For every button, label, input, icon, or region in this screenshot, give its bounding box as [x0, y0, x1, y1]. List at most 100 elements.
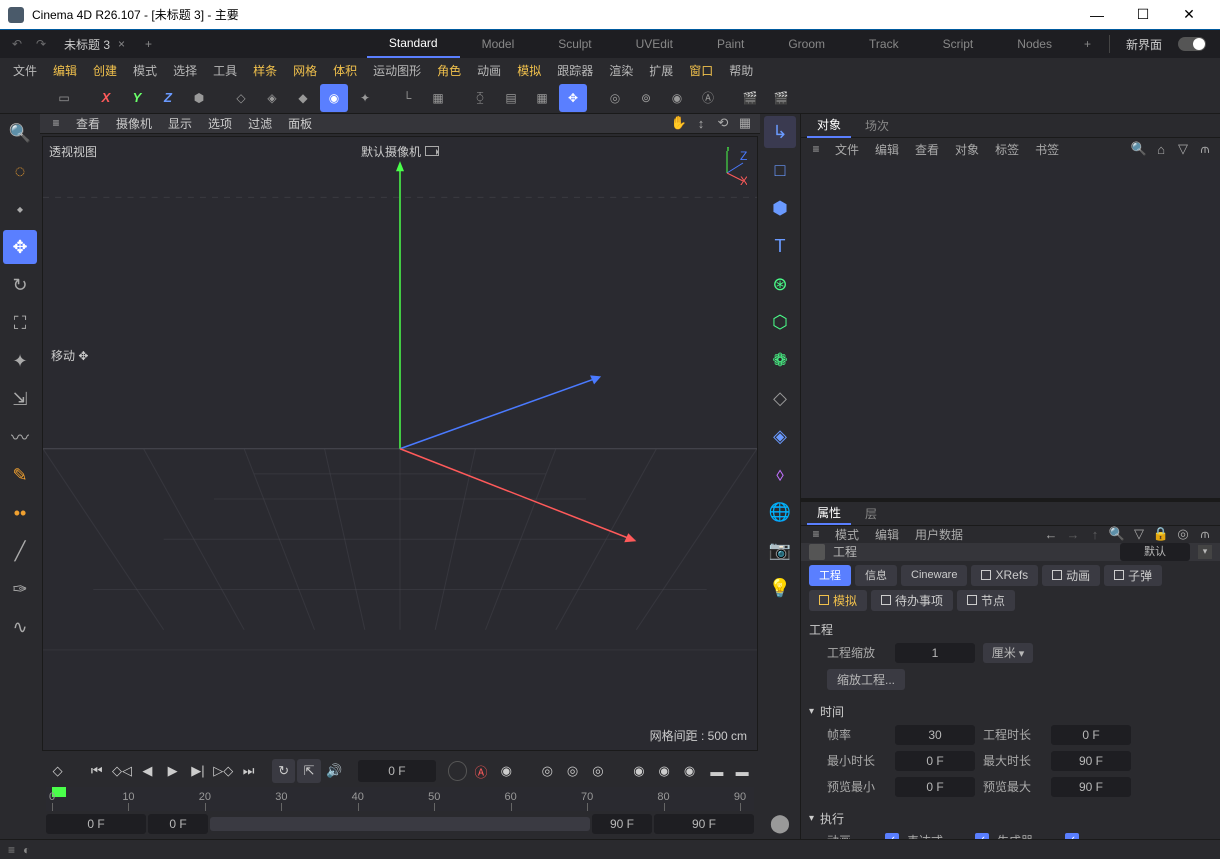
- sds-icon[interactable]: ◈: [764, 420, 796, 452]
- attr-hamburger-icon[interactable]: ≡: [807, 527, 825, 541]
- chip-info[interactable]: 信息: [855, 565, 897, 586]
- minimize-button[interactable]: —: [1074, 0, 1120, 30]
- chip-cineware[interactable]: Cineware: [901, 565, 967, 586]
- locator-icon[interactable]: ✦: [351, 84, 379, 112]
- cube-solid-icon[interactable]: ◆: [289, 84, 317, 112]
- menu-render[interactable]: 渲染: [602, 62, 640, 79]
- chip-anim[interactable]: 动画: [1042, 565, 1100, 586]
- chip-xrefs[interactable]: XRefs: [971, 565, 1038, 586]
- menu-animate[interactable]: 动画: [470, 62, 508, 79]
- add-layout-button[interactable]: +: [1074, 37, 1101, 51]
- attr-search-icon[interactable]: 🔍: [1108, 526, 1126, 542]
- instance-icon[interactable]: ⬨: [764, 458, 796, 490]
- section-exec-head[interactable]: ▾执行: [809, 808, 1212, 829]
- layout-model[interactable]: Model: [460, 30, 537, 58]
- document-tab[interactable]: 未标题 3 ×: [54, 30, 135, 58]
- loop-icon[interactable]: ↻: [272, 759, 295, 783]
- menu-volume[interactable]: 体积: [326, 62, 364, 79]
- brush-icon[interactable]: ✎: [3, 458, 37, 492]
- axis-z-button[interactable]: Z: [154, 84, 182, 112]
- key-p-icon[interactable]: ◉: [627, 759, 650, 783]
- attr-menu-edit[interactable]: 编辑: [869, 526, 905, 543]
- magnet-icon[interactable]: ⧲: [466, 84, 494, 112]
- undo-icon[interactable]: ↶: [6, 33, 28, 55]
- timeline-fcurve-icon[interactable]: ▬: [705, 759, 728, 783]
- plen-input[interactable]: 0 F: [1051, 725, 1131, 745]
- obj-filter-icon[interactable]: ▽: [1174, 141, 1192, 157]
- prev-key-icon[interactable]: ◇◁: [110, 759, 133, 783]
- search-icon[interactable]: 🔍: [3, 116, 37, 150]
- key-pos-icon[interactable]: ◎: [536, 759, 559, 783]
- hamburger-icon[interactable]: ≡: [46, 116, 66, 130]
- timeline-dope-icon[interactable]: ▬: [731, 759, 754, 783]
- layout-track[interactable]: Track: [847, 30, 921, 58]
- menu-help[interactable]: 帮助: [722, 62, 760, 79]
- nav-back-icon[interactable]: ←: [1042, 527, 1060, 542]
- section-time-head[interactable]: ▾时间: [809, 701, 1212, 722]
- close-button[interactable]: ✕: [1166, 0, 1212, 30]
- view-icon[interactable]: ▦: [424, 84, 452, 112]
- cloner-icon[interactable]: ⬡: [764, 306, 796, 338]
- text-icon[interactable]: T: [764, 230, 796, 262]
- layout-standard[interactable]: Standard: [367, 30, 460, 58]
- goto-start-icon[interactable]: ⏮: [85, 759, 108, 783]
- fps-input[interactable]: 30: [895, 725, 975, 745]
- effector-icon[interactable]: ❁: [764, 344, 796, 376]
- range-slider[interactable]: [210, 817, 590, 831]
- tab-takes[interactable]: 场次: [855, 114, 899, 138]
- range-start-1[interactable]: 0 F: [46, 814, 146, 834]
- knife-icon[interactable]: ╱: [3, 534, 37, 568]
- maximize-button[interactable]: ☐: [1120, 0, 1166, 30]
- menu-mograph[interactable]: 运动图形: [366, 62, 428, 79]
- key-diamond-icon[interactable]: ◇: [46, 759, 69, 783]
- menu-spline[interactable]: 样条: [246, 62, 284, 79]
- move-tool[interactable]: ✥: [3, 230, 37, 264]
- attr-menu-userdata[interactable]: 用户数据: [909, 526, 969, 543]
- play-icon[interactable]: ▶: [161, 759, 184, 783]
- scale-input[interactable]: 1: [895, 643, 975, 663]
- coord-system-icon[interactable]: ⬢: [185, 84, 213, 112]
- key-rot-icon[interactable]: ◎: [561, 759, 584, 783]
- autorange-icon[interactable]: ⇱: [297, 759, 320, 783]
- next-frame-icon[interactable]: ▶|: [186, 759, 209, 783]
- orbit-icon[interactable]: ⟲: [714, 115, 732, 131]
- layout-script[interactable]: Script: [921, 30, 996, 58]
- layout-sculpt[interactable]: Sculpt: [536, 30, 613, 58]
- menu-edit[interactable]: 编辑: [46, 62, 84, 79]
- primitive-cube-icon[interactable]: ⬢: [764, 192, 796, 224]
- grid-icon[interactable]: ▦: [528, 84, 556, 112]
- new-document-button[interactable]: +: [135, 37, 162, 51]
- obj-menu-file[interactable]: 文件: [829, 141, 865, 158]
- range-end-1[interactable]: 90 F: [592, 814, 652, 834]
- obj-home-icon[interactable]: ⌂: [1152, 142, 1170, 157]
- object-tree[interactable]: [801, 160, 1220, 498]
- light-icon[interactable]: 💡: [764, 572, 796, 604]
- live-select-icon[interactable]: ◌: [3, 154, 37, 188]
- zoom-icon[interactable]: ↕: [692, 116, 710, 131]
- attr-lock-icon[interactable]: 🔒: [1152, 526, 1170, 542]
- tab-layers[interactable]: 层: [855, 502, 887, 526]
- viewport[interactable]: 透视视图 默认摄像机 Y Z X 移动 ✥ 网格间距 : 500 cm: [42, 136, 758, 751]
- max-input[interactable]: 90 F: [1051, 751, 1131, 771]
- menu-window[interactable]: 窗口: [682, 62, 720, 79]
- deformer-icon[interactable]: ◇: [764, 382, 796, 414]
- place-tool[interactable]: ⇲: [3, 382, 37, 416]
- transform-tool[interactable]: ✦: [3, 344, 37, 378]
- view-menu-camera[interactable]: 摄像机: [110, 115, 158, 132]
- scale-project-button[interactable]: 缩放工程...: [827, 669, 905, 690]
- menu-character[interactable]: 角色: [430, 62, 468, 79]
- attr-new-icon[interactable]: ◎: [1174, 526, 1192, 542]
- attr-preset-arrow-icon[interactable]: ▾: [1198, 545, 1212, 559]
- chip-bullet[interactable]: 子弹: [1104, 565, 1162, 586]
- nav-fwd-icon[interactable]: →: [1064, 527, 1082, 542]
- obj-menu-tags[interactable]: 标签: [989, 141, 1025, 158]
- chip-project[interactable]: 工程: [809, 565, 851, 586]
- cursor-icon[interactable]: ⬩: [3, 192, 37, 226]
- newui-toggle[interactable]: [1178, 37, 1206, 51]
- attr-preset-dropdown[interactable]: 默认: [1120, 543, 1190, 561]
- clapper2-icon[interactable]: 🎬: [767, 84, 795, 112]
- clapper1-icon[interactable]: 🎬: [736, 84, 764, 112]
- menu-extensions[interactable]: 扩展: [642, 62, 680, 79]
- obj-hamburger-icon[interactable]: ≡: [807, 142, 825, 156]
- cube-icon[interactable]: ◈: [258, 84, 286, 112]
